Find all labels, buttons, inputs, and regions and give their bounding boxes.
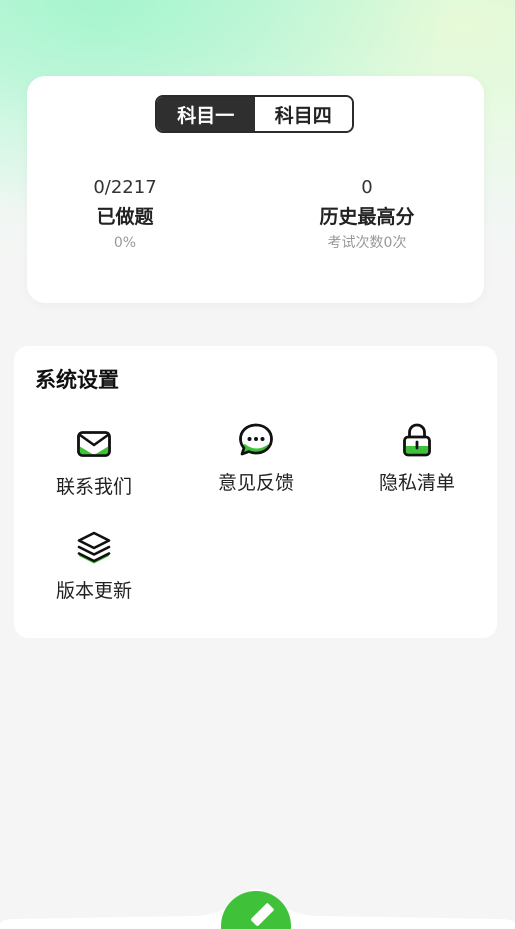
settings-title: 系统设置 <box>35 368 119 392</box>
settings-item-feedback[interactable]: 意见反馈 <box>176 420 336 495</box>
settings-item-label: 联系我们 <box>55 476 132 498</box>
settings-item-label: 意见反馈 <box>217 472 294 494</box>
subject-stats-card: 科目一 科目四 0/2217 已做题 0% 0 历史最高分 考试次数0次 <box>27 76 484 303</box>
settings-item-privacy[interactable]: 隐私清单 <box>337 420 497 495</box>
layers-icon <box>77 531 111 564</box>
stat-best-score[interactable]: 0 历史最高分 考试次数0次 <box>267 176 467 253</box>
practice-fab-button[interactable] <box>221 891 291 929</box>
page: 科目一 科目四 0/2217 已做题 0% 0 历史最高分 考试次数0次 系统设… <box>0 0 515 929</box>
stat-best-value: 0 <box>361 177 373 198</box>
system-settings-card: 系统设置 联系我们 意见反馈 隐私清单 版本更新 <box>14 346 497 638</box>
stat-done-label: 已做题 <box>96 206 154 228</box>
stat-done-value: 0/2217 <box>93 177 157 198</box>
settings-item-label: 隐私清单 <box>378 472 455 494</box>
lock-icon <box>403 423 431 457</box>
settings-item-label: 版本更新 <box>55 580 132 602</box>
settings-item-update[interactable]: 版本更新 <box>14 528 174 603</box>
pencil-icon <box>251 903 274 926</box>
chat-bubble-icon <box>239 423 273 456</box>
stat-best-label: 历史最高分 <box>319 206 415 228</box>
mail-icon <box>77 431 111 457</box>
stat-done-percent: 0% <box>113 235 137 251</box>
tab-subject-1[interactable]: 科目一 <box>157 97 255 131</box>
tab-subject-4[interactable]: 科目四 <box>254 97 352 131</box>
stat-done-questions[interactable]: 0/2217 已做题 0% <box>25 176 225 253</box>
subject-switcher: 科目一 科目四 <box>155 95 354 133</box>
stat-exam-count: 考试次数0次 <box>327 235 407 251</box>
settings-item-contact[interactable]: 联系我们 <box>14 424 174 499</box>
